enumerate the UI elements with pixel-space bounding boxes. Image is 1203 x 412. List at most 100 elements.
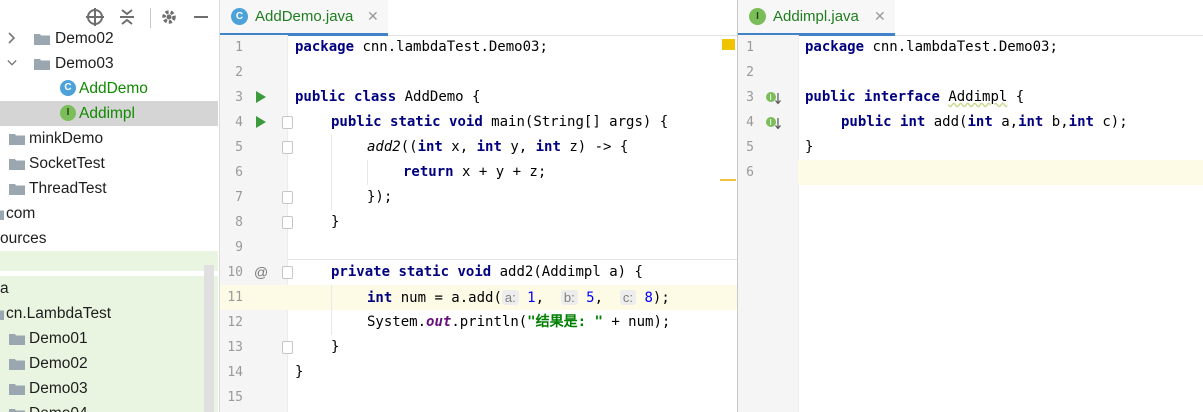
editor-tabbar: I Addimpl.java ✕ [738,0,1203,36]
editor-addimpl[interactable]: I Addimpl.java ✕ 1 2 3 4 5 6 I I package… [737,0,1203,412]
folder-icon [34,59,50,70]
fold-icon[interactable] [282,266,293,279]
line-number: 3 [235,90,243,105]
indent-guide [331,285,332,335]
tree-item-a[interactable]: a [0,276,218,301]
tree-item-com[interactable]: com [0,201,218,226]
indent-guide [331,135,332,210]
minimize-icon[interactable] [191,7,211,27]
folder-icon [0,310,4,320]
chevron-down-icon[interactable] [7,57,17,69]
class-icon: C [60,80,76,96]
code-line-4[interactable]: public static void main(String[] args) { [331,110,668,135]
close-icon[interactable]: ✕ [874,0,886,33]
run-icon[interactable] [256,116,266,128]
param-hint: b: [560,290,578,305]
tree-item-addimpl[interactable]: I Addimpl [0,101,218,126]
code-line-1[interactable]: package cnn.lambdaTest.Demo03; [805,35,1058,60]
code-line-5[interactable]: add2((int x, int y, int z) -> { [367,135,628,160]
line-number: 7 [235,190,243,205]
line-number: 11 [227,290,243,305]
indent-guide [367,160,368,185]
param-hint: c: [619,290,637,305]
line-number: 15 [227,390,243,405]
project-tree: Demo02 Demo03 C AddDemo I Addimpl minkDe… [0,0,218,412]
locate-icon[interactable] [85,7,105,27]
code-line-6[interactable]: return x + y + z; [403,160,546,185]
line-number: 8 [235,215,243,230]
tab-adddemo[interactable]: C AddDemo.java ✕ [220,0,388,36]
current-line-highlight [798,160,1203,185]
code-line-4[interactable]: public int add(int a,int b,int c); [841,110,1128,135]
fold-icon[interactable] [282,216,293,229]
code-line-10[interactable]: private static void add2(Addimpl a) { [331,260,643,285]
line-number: 13 [227,340,243,355]
implemented-icon[interactable]: I [765,90,781,106]
line-number: 1 [235,40,243,55]
implemented-icon[interactable]: I [765,115,781,131]
interface-icon: I [60,105,76,121]
code-line-7[interactable]: }); [367,185,392,210]
folder-icon [9,184,25,195]
tree-item-demo03-test[interactable]: Demo03 [0,376,218,401]
code-line-5[interactable]: } [805,135,813,160]
fold-icon[interactable] [282,341,293,354]
editor-adddemo[interactable]: C AddDemo.java ✕ 1 2 3 4 5 6 7 8 9 10 11… [219,0,737,412]
line-number: 10 [227,265,243,280]
folder-icon [34,34,50,45]
tab-addimpl[interactable]: I Addimpl.java ✕ [738,0,895,36]
tree-item-minkdemo[interactable]: minkDemo [0,126,218,151]
tree-item-demo02[interactable]: Demo02 [0,26,218,51]
line-number: 5 [235,140,243,155]
run-icon[interactable] [256,91,266,103]
gear-icon[interactable] [159,7,179,27]
interface-icon: I [749,8,766,25]
code-line-14[interactable]: } [295,360,303,385]
tree-scrollbar[interactable] [204,265,214,412]
line-number: 2 [746,65,754,80]
code-line-1[interactable]: package cnn.lambdaTest.Demo03; [295,35,548,60]
tree-item-resources[interactable]: ources [0,226,218,251]
code-line-3[interactable]: public interface Addimpl { [805,85,1024,110]
tree-item-demo02-test[interactable]: Demo02 [0,351,218,376]
line-number: 2 [235,65,243,80]
chevron-right-icon[interactable] [7,32,17,44]
folder-icon [9,334,25,345]
line-number: 12 [227,315,243,330]
fold-icon[interactable] [282,191,293,204]
param-hint: a: [501,290,519,305]
tree-item-threadtest[interactable]: ThreadTest [0,176,218,201]
tree-item-cn-lambdatest[interactable]: cn.LambdaTest [0,301,218,326]
code-line-11[interactable]: int num = a.add(a: 1, b: 5, c: 8); [367,285,670,310]
folder-icon [0,210,4,220]
tree-item-sockettest[interactable]: SocketTest [0,151,218,176]
fold-icon[interactable] [282,141,293,154]
code-line-13[interactable]: } [331,335,339,360]
line-number: 3 [746,90,754,105]
svg-text:I: I [770,118,772,127]
override-marker-icon[interactable]: @ [254,260,268,285]
scroll-marker[interactable] [720,179,736,181]
folder-icon [9,359,25,370]
tree-item-demo03[interactable]: Demo03 [0,51,218,76]
folder-icon [9,409,25,412]
warning-marker[interactable] [722,39,735,50]
line-number: 6 [235,165,243,180]
svg-text:I: I [770,93,772,102]
tree-item-demo04[interactable]: Demo04 [0,401,218,412]
editor-tabbar: C AddDemo.java ✕ [220,0,737,36]
code-line-3[interactable]: public class AddDemo { [295,85,480,110]
fold-icon[interactable] [282,116,293,129]
code-line-8[interactable]: } [331,210,339,235]
collapse-all-icon[interactable] [117,7,137,27]
line-number: 1 [746,40,754,55]
tree-item-demo01[interactable]: Demo01 [0,326,218,351]
line-number: 5 [746,140,754,155]
toolbar-separator [150,8,151,28]
folder-icon [9,159,25,170]
folder-icon [9,384,25,395]
tree-item-adddemo[interactable]: C AddDemo [0,76,218,101]
close-icon[interactable]: ✕ [367,0,379,33]
code-line-12[interactable]: System.out.println("结果是: " + num); [367,310,670,335]
tree-spacer [0,251,218,271]
